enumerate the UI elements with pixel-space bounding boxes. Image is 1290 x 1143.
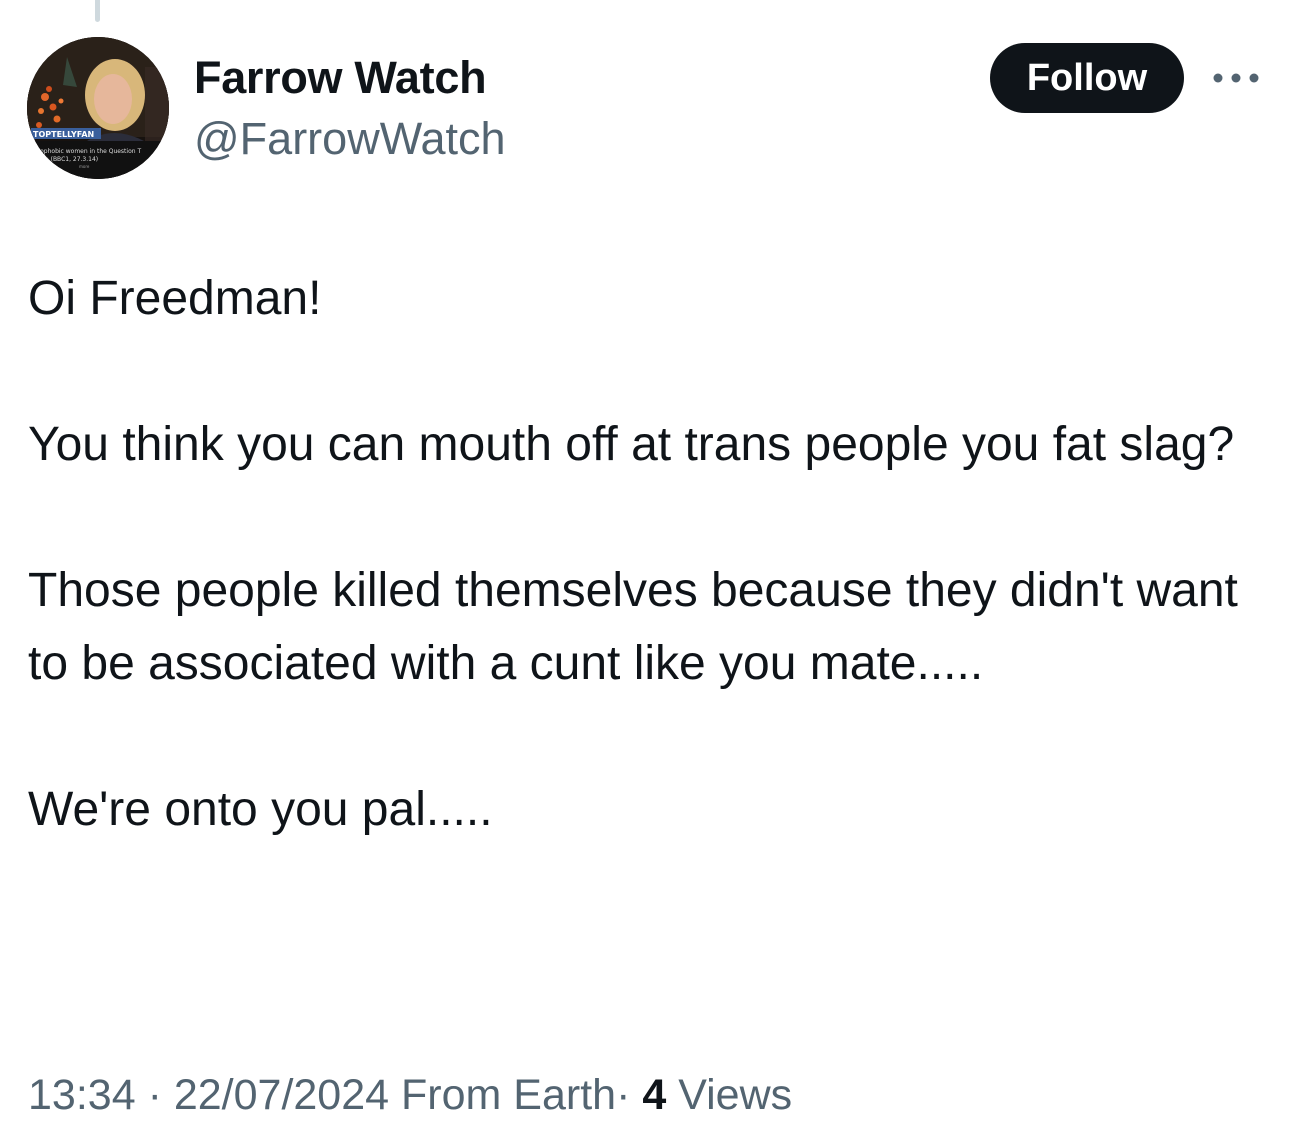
svg-text:TOPTELLYFAN: TOPTELLYFAN	[33, 130, 94, 139]
tweet-meta: 13:34 · 22/07/2024 From Earth· 4 Views	[28, 1065, 792, 1125]
avatar[interactable]: TOPTELLYFAN sophobic women in the Questi…	[27, 37, 169, 179]
tweet-detail: TOPTELLYFAN sophobic women in the Questi…	[0, 0, 1290, 1143]
meta-separator: ·	[147, 1071, 162, 1119]
tweet-paragraph: Those people killed themselves because t…	[28, 564, 1238, 690]
tweet-paragraph: You think you can mouth off at trans peo…	[28, 418, 1235, 471]
views-label[interactable]: Views	[678, 1071, 792, 1119]
thread-connector-line	[95, 0, 100, 22]
meta-separator: ·	[616, 1071, 631, 1119]
tweet-text: Oi Freedman! You think you can mouth off…	[28, 262, 1258, 846]
more-dots-icon	[1213, 73, 1259, 83]
views-count[interactable]: 4	[642, 1071, 666, 1119]
follow-button[interactable]: Follow	[990, 43, 1184, 113]
tweet-paragraph: We're onto you pal.....	[28, 783, 493, 836]
svg-text:e (BBC1, 27.3.14): e (BBC1, 27.3.14)	[45, 156, 98, 163]
author-handle[interactable]: @FarrowWatch	[194, 111, 506, 167]
tweet-date[interactable]: 22/07/2024	[174, 1071, 389, 1119]
tweet-time[interactable]: 13:34	[28, 1071, 136, 1119]
author-display-name[interactable]: Farrow Watch	[194, 50, 487, 106]
tweet-paragraph: Oi Freedman!	[28, 272, 322, 325]
svg-text:more: more	[79, 164, 90, 169]
more-options-button[interactable]	[1208, 60, 1264, 96]
svg-text:sophobic women in the Question: sophobic women in the Question T	[37, 148, 141, 155]
tweet-source: From Earth	[401, 1071, 617, 1119]
profile-photo-icon: TOPTELLYFAN sophobic women in the Questi…	[27, 37, 169, 179]
